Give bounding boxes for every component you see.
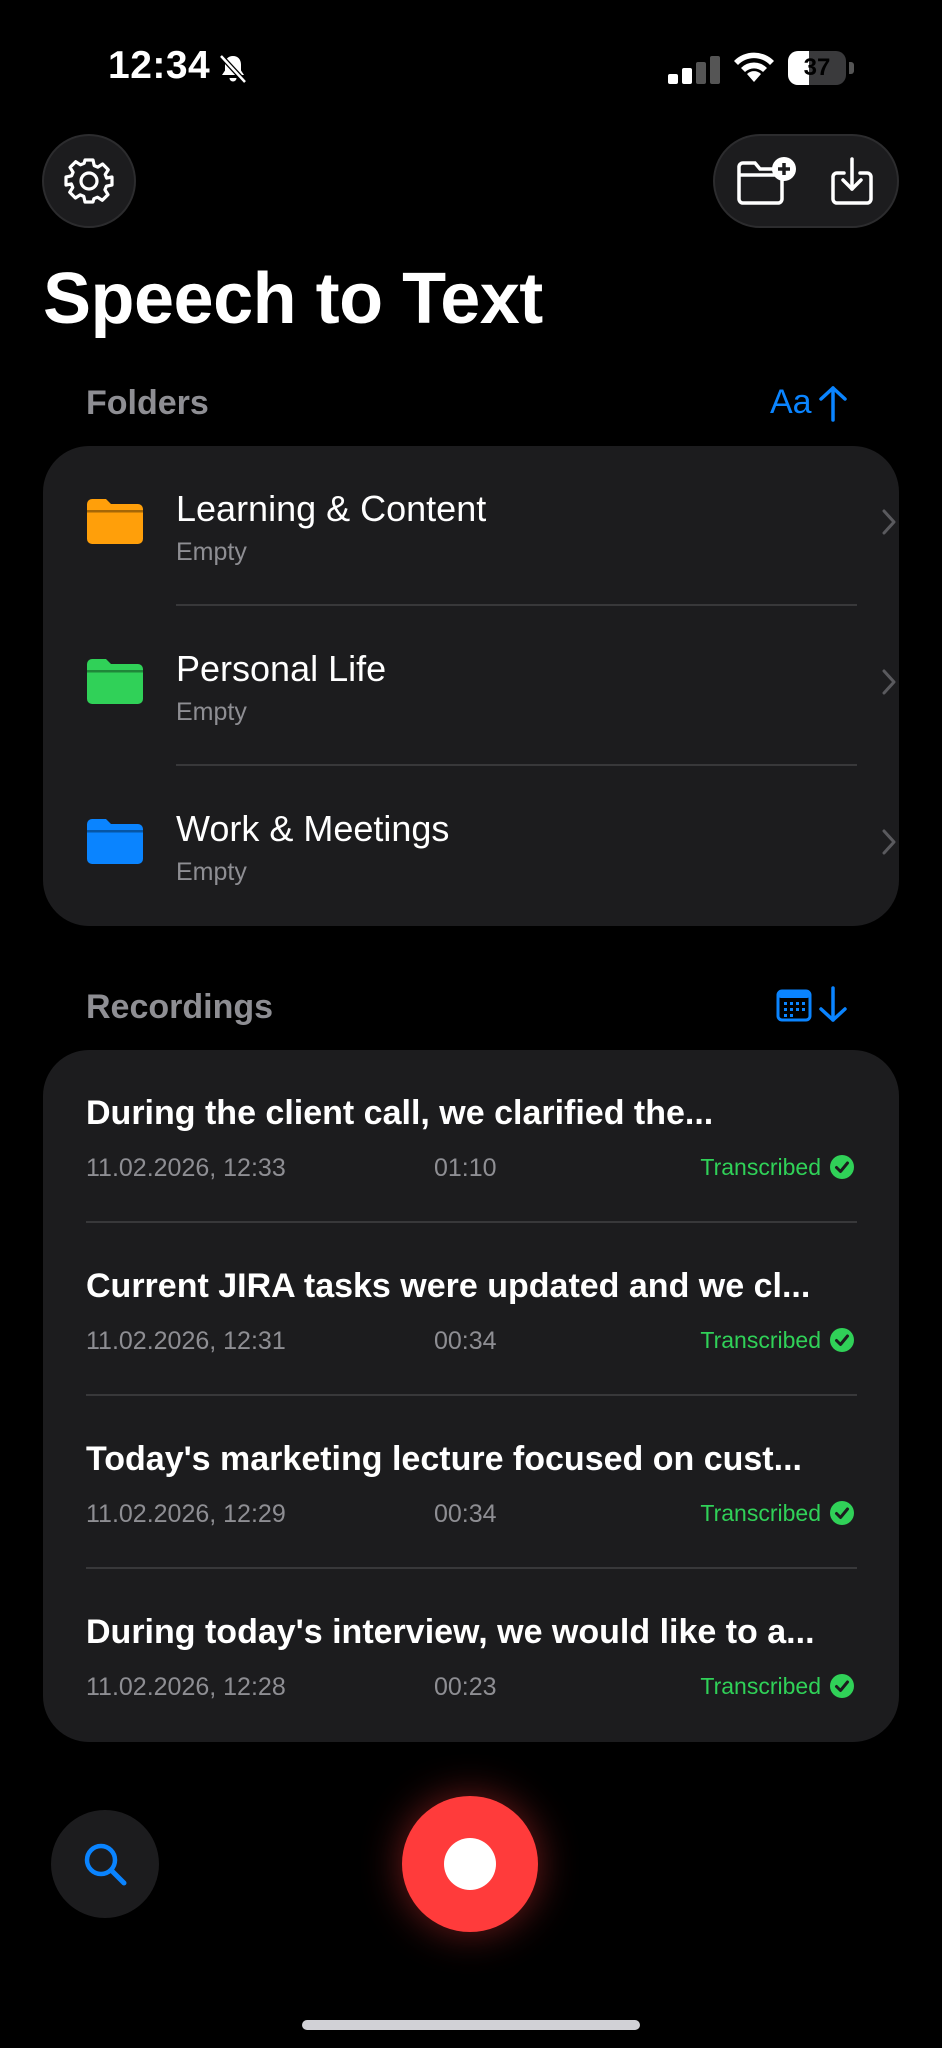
settings-button[interactable] <box>42 134 136 228</box>
record-icon <box>444 1838 496 1890</box>
folder-name: Work & Meetings <box>176 808 450 849</box>
recording-date: 11.02.2026, 12:28 <box>86 1673 286 1701</box>
folders-sort-button[interactable]: Aa <box>770 383 850 422</box>
recording-date: 11.02.2026, 12:29 <box>86 1500 286 1528</box>
recording-row[interactable]: Current JIRA tasks were updated and we c… <box>43 1223 899 1396</box>
calendar-icon <box>776 989 812 1022</box>
recording-duration: 01:10 <box>434 1154 497 1182</box>
battery-percent: 37 <box>803 54 831 81</box>
checkmark-circle-icon <box>830 1501 854 1525</box>
cellular-signal-icon <box>668 56 720 84</box>
silent-bell-icon <box>219 54 247 84</box>
transcription-status: Transcribed <box>700 1327 821 1353</box>
record-button[interactable] <box>402 1796 538 1932</box>
recording-duration: 00:34 <box>434 1327 497 1355</box>
folder-status: Empty <box>176 858 247 886</box>
recording-row[interactable]: During the client call, we clarified the… <box>43 1050 899 1223</box>
search-icon <box>84 1843 127 1886</box>
sort-alphabetical-label: Aa <box>770 383 812 421</box>
sort-ascending-icon <box>818 385 847 422</box>
folder-row-personal-life[interactable]: Personal Life Empty <box>43 606 899 766</box>
transcription-status: Transcribed <box>700 1500 821 1526</box>
folder-status: Empty <box>176 538 247 566</box>
transcription-status: Transcribed <box>700 1673 821 1699</box>
folder-plus-icon <box>737 157 796 205</box>
folder-name: Learning & Content <box>176 488 487 529</box>
folder-icon-fill <box>87 499 143 544</box>
recordings-sort-button[interactable] <box>776 986 850 1024</box>
recording-date: 11.02.2026, 12:33 <box>86 1154 286 1182</box>
checkmark-circle-icon <box>830 1674 854 1698</box>
folder-name: Personal Life <box>176 648 387 689</box>
transcription-status: Transcribed <box>700 1154 821 1180</box>
recording-title: During the client call, we clarified the… <box>86 1094 714 1132</box>
folder-actions-group <box>713 134 899 228</box>
download-tray-icon <box>831 157 873 205</box>
folder-row-work-meetings[interactable]: Work & Meetings Empty <box>43 766 899 926</box>
folder-icon <box>87 499 143 544</box>
recording-duration: 00:34 <box>434 1500 497 1528</box>
folder-status: Empty <box>176 698 247 726</box>
checkmark-circle-icon <box>830 1155 854 1179</box>
import-button[interactable] <box>807 136 897 226</box>
recording-duration: 00:23 <box>434 1673 497 1701</box>
search-button[interactable] <box>51 1810 159 1918</box>
recording-title: During today's interview, we would like … <box>86 1613 815 1651</box>
folder-icon-fill <box>87 659 143 704</box>
recording-row[interactable]: Today's marketing lecture focused on cus… <box>43 1396 899 1569</box>
recordings-section-label: Recordings <box>86 988 274 1026</box>
status-time: 12:34 <box>108 44 211 87</box>
folder-row-learning-content[interactable]: Learning & Content Empty <box>43 446 899 606</box>
recordings-list: During the client call, we clarified the… <box>43 1050 899 1742</box>
folders-section-label: Folders <box>86 384 209 422</box>
folder-icon <box>87 819 143 864</box>
recording-row[interactable]: During today's interview, we would like … <box>43 1569 899 1742</box>
page-title: Speech to Text <box>43 259 543 339</box>
new-folder-button[interactable] <box>721 136 811 226</box>
recording-title: Current JIRA tasks were updated and we c… <box>86 1267 811 1305</box>
gear-icon <box>64 158 114 204</box>
checkmark-circle-icon <box>830 1328 854 1352</box>
folder-icon <box>87 659 143 704</box>
wifi-icon <box>734 52 774 82</box>
sort-descending-icon <box>819 986 847 1022</box>
folders-list: Learning & Content Empty Personal Life E… <box>43 446 899 926</box>
folder-icon-fill <box>87 819 143 864</box>
chevron-right-icon <box>882 669 896 695</box>
chevron-right-icon <box>882 829 896 855</box>
recording-title: Today's marketing lecture focused on cus… <box>86 1440 802 1478</box>
chevron-right-icon <box>882 509 896 535</box>
recording-date: 11.02.2026, 12:31 <box>86 1327 286 1355</box>
battery-indicator: 37 <box>788 51 854 85</box>
home-indicator[interactable] <box>302 2020 640 2030</box>
